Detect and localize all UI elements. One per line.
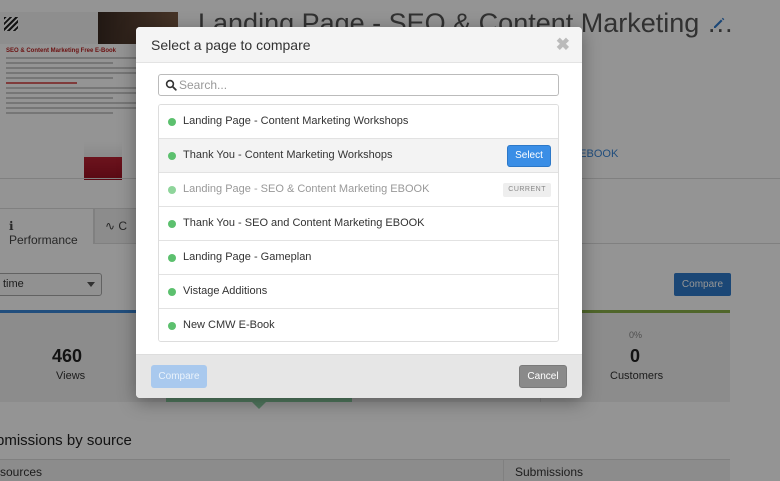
page-name: Landing Page - Gameplan [183, 251, 312, 263]
modal-footer: Compare Cancel [136, 354, 582, 398]
select-button[interactable]: Select [507, 145, 551, 167]
page-name: Thank You - Content Marketing Workshops [183, 149, 393, 161]
status-dot-icon [168, 118, 176, 126]
page-name: New CMW E-Book [183, 319, 275, 331]
close-icon[interactable]: ✖ [556, 35, 570, 55]
status-dot-icon [168, 322, 176, 330]
search-box[interactable] [158, 74, 559, 96]
status-dot-icon [168, 254, 176, 262]
list-item[interactable]: Thank You - Content Marketing Workshops … [159, 139, 558, 173]
page-name: Thank You - SEO and Content Marketing EB… [183, 217, 425, 229]
search-input[interactable] [179, 76, 549, 94]
page-name: Landing Page - Content Marketing Worksho… [183, 115, 409, 127]
modal-title: Select a page to compare [151, 37, 311, 53]
page-list: Landing Page - Content Marketing Worksho… [158, 104, 559, 342]
compare-submit-button[interactable]: Compare [151, 365, 207, 388]
cancel-button[interactable]: Cancel [519, 365, 567, 388]
page-name: Vistage Additions [183, 285, 268, 297]
modal-header: Select a page to compare ✖ [136, 27, 582, 63]
status-dot-icon [168, 288, 176, 296]
search-icon [165, 79, 177, 91]
status-dot-icon [168, 186, 176, 194]
list-item[interactable]: Landing Page - Content Marketing Worksho… [159, 105, 558, 139]
list-item[interactable]: New CMW E-Book [159, 309, 558, 341]
list-item[interactable]: Vistage Additions [159, 275, 558, 309]
status-dot-icon [168, 152, 176, 160]
list-item: Landing Page - SEO & Content Marketing E… [159, 173, 558, 207]
status-dot-icon [168, 220, 176, 228]
page-name: Landing Page - SEO & Content Marketing E… [183, 183, 430, 195]
compare-page-modal: Select a page to compare ✖ Landing Page … [136, 27, 582, 398]
current-badge: CURRENT [503, 183, 551, 197]
list-item[interactable]: Landing Page - Gameplan [159, 241, 558, 275]
list-item[interactable]: Thank You - SEO and Content Marketing EB… [159, 207, 558, 241]
